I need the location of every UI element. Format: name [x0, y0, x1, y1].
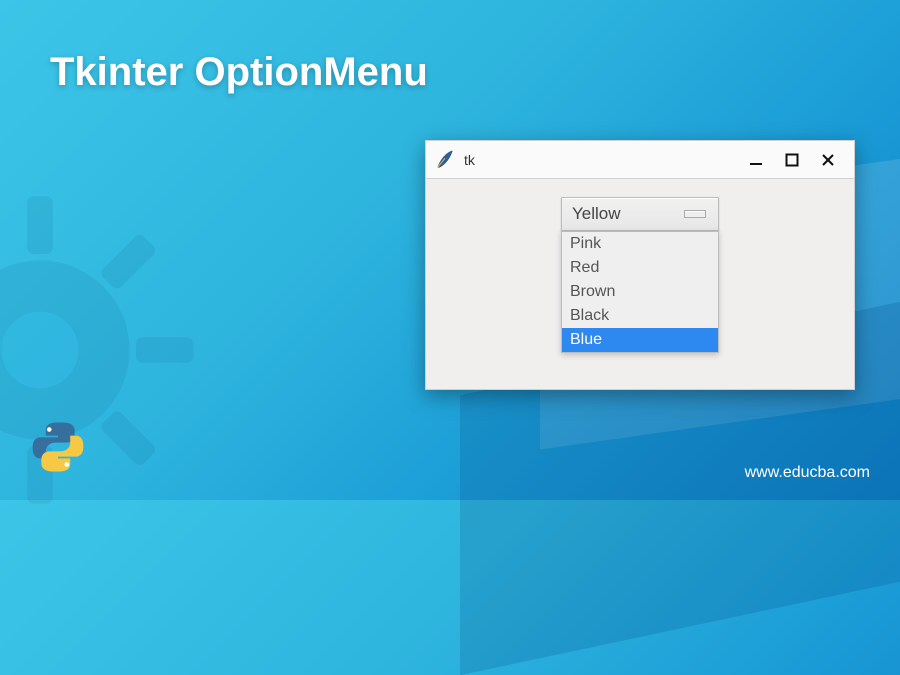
dropdown-item[interactable]: Red	[562, 256, 718, 280]
dropdown-item[interactable]: Brown	[562, 280, 718, 304]
python-logo-icon	[30, 419, 86, 475]
maximize-button[interactable]	[774, 146, 810, 174]
option-menu-handle-icon	[684, 210, 706, 218]
dropdown-item[interactable]: Pink	[562, 232, 718, 256]
tk-window-title: tk	[464, 152, 475, 168]
close-button[interactable]	[810, 146, 846, 174]
watermark-text: www.educba.com	[745, 464, 870, 482]
tk-feather-icon	[434, 149, 456, 171]
tk-titlebar: tk	[426, 141, 854, 179]
page-title: Tkinter OptionMenu	[50, 50, 428, 95]
tk-body: Yellow Pink Red Brown Black Blue	[426, 179, 854, 389]
option-selected-label: Yellow	[572, 204, 621, 224]
minimize-button[interactable]	[738, 146, 774, 174]
tk-window: tk Yellow Pink Red Brown Black Blue	[425, 140, 855, 390]
dropdown-item[interactable]: Black	[562, 304, 718, 328]
option-menu-dropdown: Pink Red Brown Black Blue	[561, 231, 719, 353]
option-menu-button[interactable]: Yellow	[561, 197, 719, 231]
dropdown-item-highlighted[interactable]: Blue	[562, 328, 718, 352]
